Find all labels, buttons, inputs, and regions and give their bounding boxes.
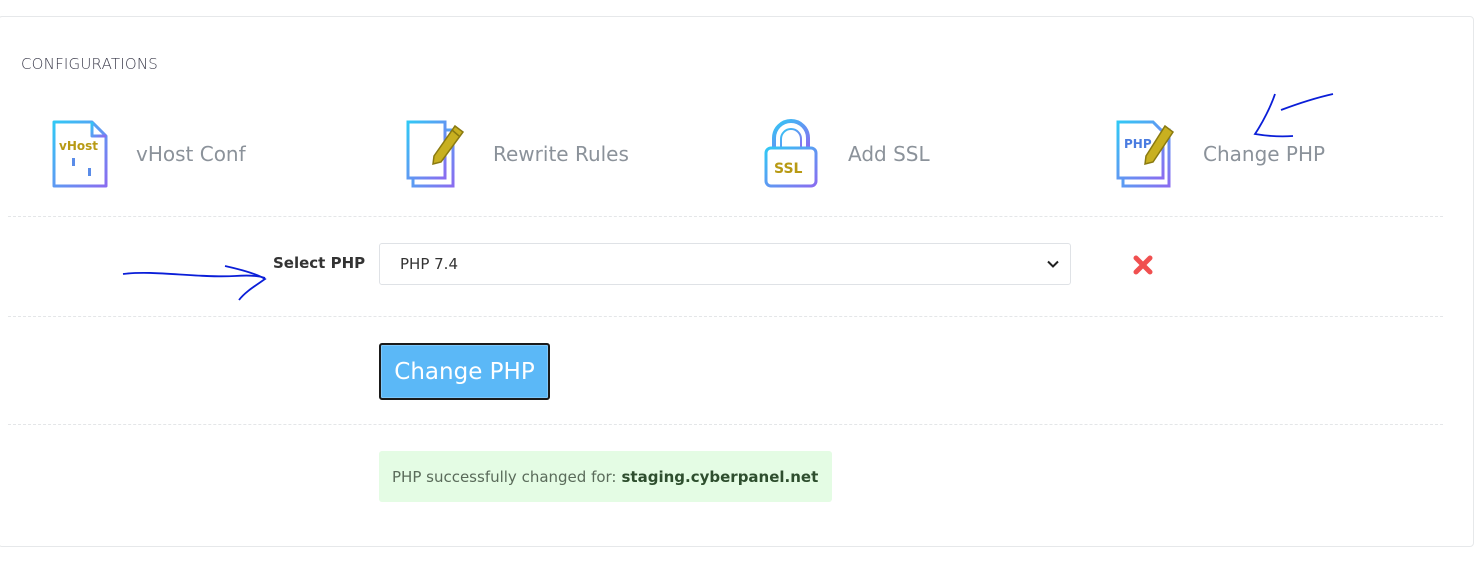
divider — [8, 216, 1443, 217]
config-vhost-conf[interactable]: vHost vHost Conf — [50, 118, 246, 190]
config-label: Rewrite Rules — [493, 142, 629, 166]
config-change-php[interactable]: PHP Change PHP — [1115, 118, 1325, 190]
config-rewrite-rules[interactable]: Rewrite Rules — [405, 118, 629, 190]
config-label: vHost Conf — [136, 142, 246, 166]
config-label: Add SSL — [848, 142, 930, 166]
ssl-lock-icon: SSL — [762, 118, 822, 190]
alert-domain: staging.cyberpanel.net — [621, 467, 819, 486]
divider — [8, 424, 1443, 425]
php-version-value: PHP 7.4 — [400, 255, 458, 273]
php-edit-icon: PHP — [1115, 118, 1177, 190]
section-title: CONFIGURATIONS — [21, 55, 159, 73]
change-php-button[interactable]: Change PHP — [379, 343, 550, 400]
config-label: Change PHP — [1203, 142, 1326, 166]
vhost-config-icon: vHost — [50, 118, 110, 190]
select-php-label: Select PHP — [273, 254, 366, 272]
chevron-down-icon — [1046, 257, 1060, 275]
svg-text:vHost: vHost — [59, 139, 98, 153]
alert-message: PHP successfully changed for: — [392, 467, 617, 486]
success-alert: PHP successfully changed for: staging.cy… — [379, 451, 832, 502]
rewrite-rules-icon — [405, 118, 467, 190]
divider — [8, 316, 1443, 317]
close-icon[interactable] — [1132, 254, 1154, 281]
svg-text:PHP: PHP — [1124, 137, 1152, 151]
config-add-ssl[interactable]: SSL Add SSL — [762, 118, 930, 190]
php-version-select[interactable]: PHP 7.4 — [379, 243, 1071, 285]
svg-text:SSL: SSL — [774, 161, 803, 177]
